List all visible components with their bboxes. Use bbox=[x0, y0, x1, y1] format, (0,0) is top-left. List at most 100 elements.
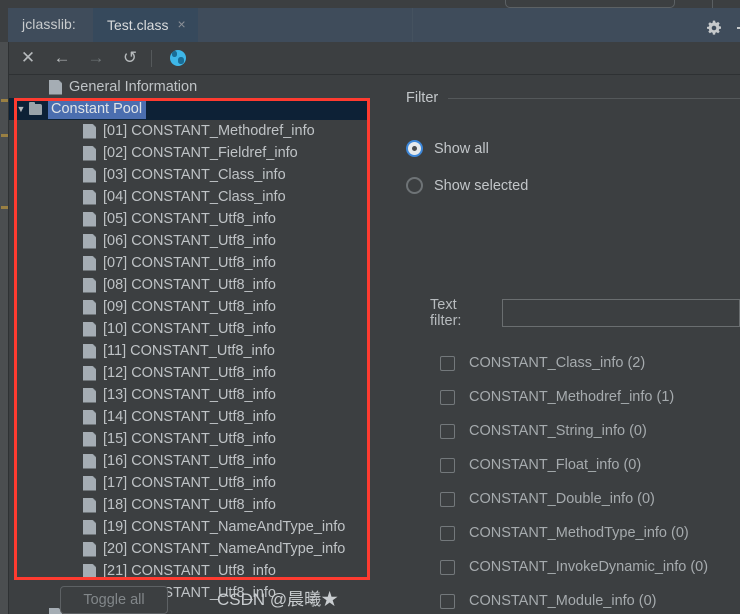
radio-show-all[interactable]: Show all bbox=[406, 140, 489, 157]
reload-icon[interactable]: ↺ bbox=[115, 44, 145, 72]
globe-icon bbox=[170, 50, 186, 66]
top-strip-pill bbox=[505, 0, 675, 8]
tree-row[interactable]: [08] CONSTANT_Utf8_info bbox=[9, 274, 377, 296]
filter-checkbox-label: CONSTANT_String_info (0) bbox=[469, 423, 647, 439]
file-icon bbox=[83, 431, 96, 447]
tree-row[interactable]: ▼ Constant Pool bbox=[9, 98, 377, 120]
class-structure-tree[interactable]: General Information ▼ Constant Pool [01] CO… bbox=[9, 76, 377, 614]
file-icon bbox=[83, 145, 96, 161]
filter-checkbox-label: CONSTANT_InvokeDynamic_info (0) bbox=[469, 559, 709, 575]
tree-row[interactable]: [02] CONSTANT_Fieldref_info bbox=[9, 142, 377, 164]
file-icon bbox=[83, 277, 96, 293]
checkbox-icon[interactable] bbox=[440, 389, 455, 405]
radio-show-selected[interactable]: Show selected bbox=[406, 177, 528, 194]
filter-checkbox-row[interactable]: CONSTANT_Methodref_info (1) bbox=[440, 380, 740, 414]
checkbox-icon[interactable] bbox=[440, 355, 455, 371]
tree-row[interactable]: [14] CONSTANT_Utf8_info bbox=[9, 406, 377, 428]
close-icon[interactable]: ✕ bbox=[13, 44, 43, 72]
tree-row-label: [21] CONSTANT_Utf8_info bbox=[103, 563, 276, 579]
text-filter-input[interactable] bbox=[501, 299, 740, 327]
checkbox-icon[interactable] bbox=[440, 525, 455, 541]
gutter-mark bbox=[1, 134, 8, 137]
tab-close-icon[interactable]: × bbox=[177, 17, 185, 31]
checkbox-icon[interactable] bbox=[440, 491, 455, 507]
gutter-mark bbox=[1, 206, 8, 209]
filter-header-rule bbox=[448, 97, 740, 99]
tree-row-label: [09] CONSTANT_Utf8_info bbox=[103, 299, 276, 315]
filter-checkbox-label: CONSTANT_Double_info (0) bbox=[469, 491, 655, 507]
tree-row-label: [11] CONSTANT_Utf8_info bbox=[103, 343, 275, 359]
tree-row-label: [03] CONSTANT_Class_info bbox=[103, 167, 286, 183]
tree-row[interactable]: [13] CONSTANT_Utf8_info bbox=[9, 384, 377, 406]
tree-row-label: [02] CONSTANT_Fieldref_info bbox=[103, 145, 298, 161]
tree-row-label: [10] CONSTANT_Utf8_info bbox=[103, 321, 276, 337]
filter-checkbox-row[interactable]: CONSTANT_Float_info (0) bbox=[440, 448, 740, 482]
tree-row[interactable]: [10] CONSTANT_Utf8_info bbox=[9, 318, 377, 340]
watermark-label: CSDN @晨曦★ bbox=[217, 590, 339, 609]
main-split: General Information ▼ Constant Pool [01] CO… bbox=[9, 76, 740, 614]
radio-show-selected-label: Show selected bbox=[434, 177, 529, 194]
text-filter-label: Text filter: bbox=[430, 297, 462, 329]
jclasslib-window: jclasslib: Test.class × ✕ ← → ↺ General … bbox=[0, 0, 740, 614]
file-icon bbox=[83, 123, 96, 139]
tree-row-label: [19] CONSTANT_NameAndType_info bbox=[103, 519, 346, 535]
filter-section-header: Filter bbox=[406, 90, 740, 106]
tree-row[interactable]: [05] CONSTANT_Utf8_info bbox=[9, 208, 377, 230]
tree-row[interactable]: [17] CONSTANT_Utf8_info bbox=[9, 472, 377, 494]
file-icon bbox=[83, 343, 96, 359]
tree-row[interactable]: [16] CONSTANT_Utf8_info bbox=[9, 450, 377, 472]
file-icon bbox=[83, 519, 96, 535]
filter-checkbox-label: CONSTANT_Methodref_info (1) bbox=[469, 389, 675, 405]
tree-row[interactable]: [21] CONSTANT_Utf8_info bbox=[9, 560, 377, 582]
checkbox-icon[interactable] bbox=[440, 423, 455, 439]
file-icon bbox=[83, 365, 96, 381]
filter-checkbox-row[interactable]: CONSTANT_Class_info (2) bbox=[440, 346, 740, 380]
toggle-all-button[interactable]: Toggle all bbox=[60, 586, 168, 614]
file-icon bbox=[83, 409, 96, 425]
gear-icon[interactable] bbox=[706, 20, 722, 36]
filter-checkbox-row[interactable]: CONSTANT_Double_info (0) bbox=[440, 482, 740, 516]
tree-row[interactable]: [11] CONSTANT_Utf8_info bbox=[9, 340, 377, 362]
filter-checkbox-row[interactable]: CONSTANT_MethodType_info (0) bbox=[440, 516, 740, 550]
filter-checkbox-label: CONSTANT_Class_info (2) bbox=[469, 355, 646, 371]
tree-row-label: [08] CONSTANT_Utf8_info bbox=[103, 277, 276, 293]
navigation-toolbar: ✕ ← → ↺ bbox=[9, 42, 740, 75]
text-filter-row: Text filter: bbox=[430, 297, 740, 329]
filter-checkbox-row[interactable]: CONSTANT_InvokeDynamic_info (0) bbox=[440, 550, 740, 584]
chevron-down-icon[interactable]: ▼ bbox=[13, 104, 29, 114]
editor-gutter-strip bbox=[0, 42, 9, 614]
tree-row[interactable]: [07] CONSTANT_Utf8_info bbox=[9, 252, 377, 274]
tree-row-label: [07] CONSTANT_Utf8_info bbox=[103, 255, 276, 271]
tree-row[interactable]: [15] CONSTANT_Utf8_info bbox=[9, 428, 377, 450]
checkbox-icon[interactable] bbox=[440, 457, 455, 473]
forward-icon[interactable]: → bbox=[81, 44, 111, 72]
panel-splitter[interactable] bbox=[377, 76, 388, 614]
filter-checkbox-label: CONSTANT_MethodType_info (0) bbox=[469, 525, 689, 541]
tree-row[interactable]: [18] CONSTANT_Utf8_info bbox=[9, 494, 377, 516]
tree-row[interactable]: [01] CONSTANT_Methodref_info bbox=[9, 120, 377, 142]
tree-row[interactable]: [03] CONSTANT_Class_info bbox=[9, 164, 377, 186]
tree-row-label: [04] CONSTANT_Class_info bbox=[103, 189, 286, 205]
globe-icon-wrap[interactable] bbox=[163, 44, 193, 72]
tree-row[interactable]: [09] CONSTANT_Utf8_info bbox=[9, 296, 377, 318]
top-strip-tick bbox=[712, 0, 713, 8]
checkbox-icon[interactable] bbox=[440, 593, 455, 609]
file-icon bbox=[83, 387, 96, 403]
back-icon[interactable]: ← bbox=[47, 44, 77, 72]
tree-row-label: General Information bbox=[69, 79, 198, 95]
tab-label: Test.class bbox=[107, 17, 169, 33]
tree-row-label: [18] CONSTANT_Utf8_info bbox=[103, 497, 276, 513]
tab-test-class[interactable]: Test.class × bbox=[93, 8, 198, 42]
tree-row[interactable]: [19] CONSTANT_NameAndType_info bbox=[9, 516, 377, 538]
tree-row[interactable]: General Information bbox=[9, 76, 377, 98]
filter-checkbox-row[interactable]: CONSTANT_String_info (0) bbox=[440, 414, 740, 448]
tree-scrollbar-track[interactable] bbox=[368, 76, 736, 614]
tree-row[interactable]: [06] CONSTANT_Utf8_info bbox=[9, 230, 377, 252]
filter-checkbox-row[interactable]: CONSTANT_Module_info (0) bbox=[440, 584, 740, 614]
folder-icon bbox=[29, 101, 42, 117]
file-icon bbox=[83, 563, 96, 579]
tree-row[interactable]: [12] CONSTANT_Utf8_info bbox=[9, 362, 377, 384]
checkbox-icon[interactable] bbox=[440, 559, 455, 575]
tree-row[interactable]: [04] CONSTANT_Class_info bbox=[9, 186, 377, 208]
tree-row[interactable]: [20] CONSTANT_NameAndType_info bbox=[9, 538, 377, 560]
